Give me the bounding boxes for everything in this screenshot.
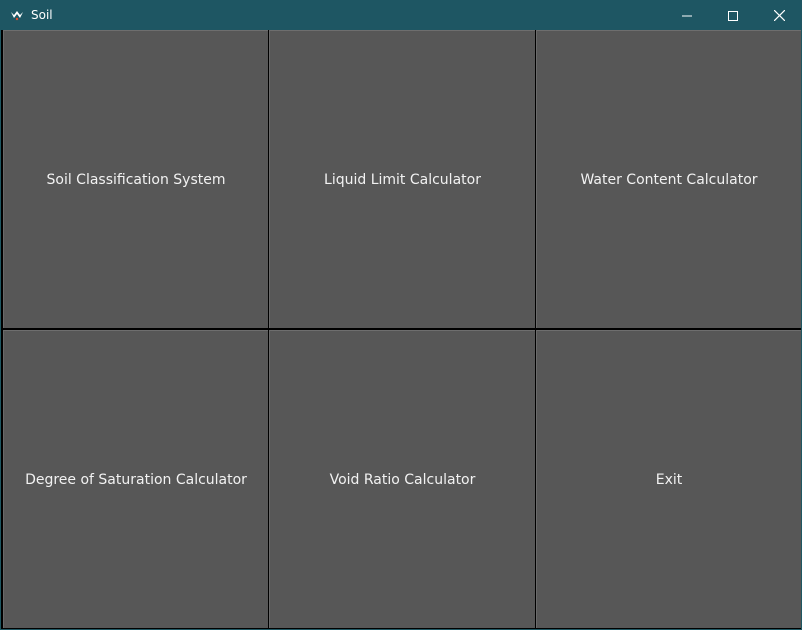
- app-window: Soil Soil Classification System Liquid L…: [0, 0, 802, 630]
- button-label: Liquid Limit Calculator: [324, 171, 481, 188]
- window-title: Soil: [31, 8, 53, 22]
- title-bar[interactable]: Soil: [0, 0, 802, 30]
- maximize-icon: [728, 6, 738, 25]
- window-controls: [664, 0, 802, 30]
- button-grid: Soil Classification System Liquid Limit …: [1, 30, 801, 629]
- kivy-logo-icon: [10, 8, 24, 22]
- minimize-icon: [682, 6, 692, 25]
- degree-of-saturation-calculator-button[interactable]: Degree of Saturation Calculator: [3, 330, 268, 628]
- button-label: Void Ratio Calculator: [329, 471, 476, 488]
- button-label: Exit: [655, 471, 683, 488]
- button-label: Water Content Calculator: [580, 171, 758, 188]
- soil-classification-button[interactable]: Soil Classification System: [3, 30, 268, 328]
- close-button[interactable]: [756, 0, 802, 30]
- minimize-button[interactable]: [664, 0, 710, 30]
- close-icon: [773, 6, 785, 25]
- exit-button[interactable]: Exit: [536, 330, 801, 628]
- liquid-limit-calculator-button[interactable]: Liquid Limit Calculator: [269, 30, 535, 328]
- button-label: Soil Classification System: [46, 171, 226, 188]
- button-label: Degree of Saturation Calculator: [25, 471, 247, 488]
- maximize-button[interactable]: [710, 0, 756, 30]
- void-ratio-calculator-button[interactable]: Void Ratio Calculator: [269, 330, 535, 628]
- water-content-calculator-button[interactable]: Water Content Calculator: [536, 30, 801, 328]
